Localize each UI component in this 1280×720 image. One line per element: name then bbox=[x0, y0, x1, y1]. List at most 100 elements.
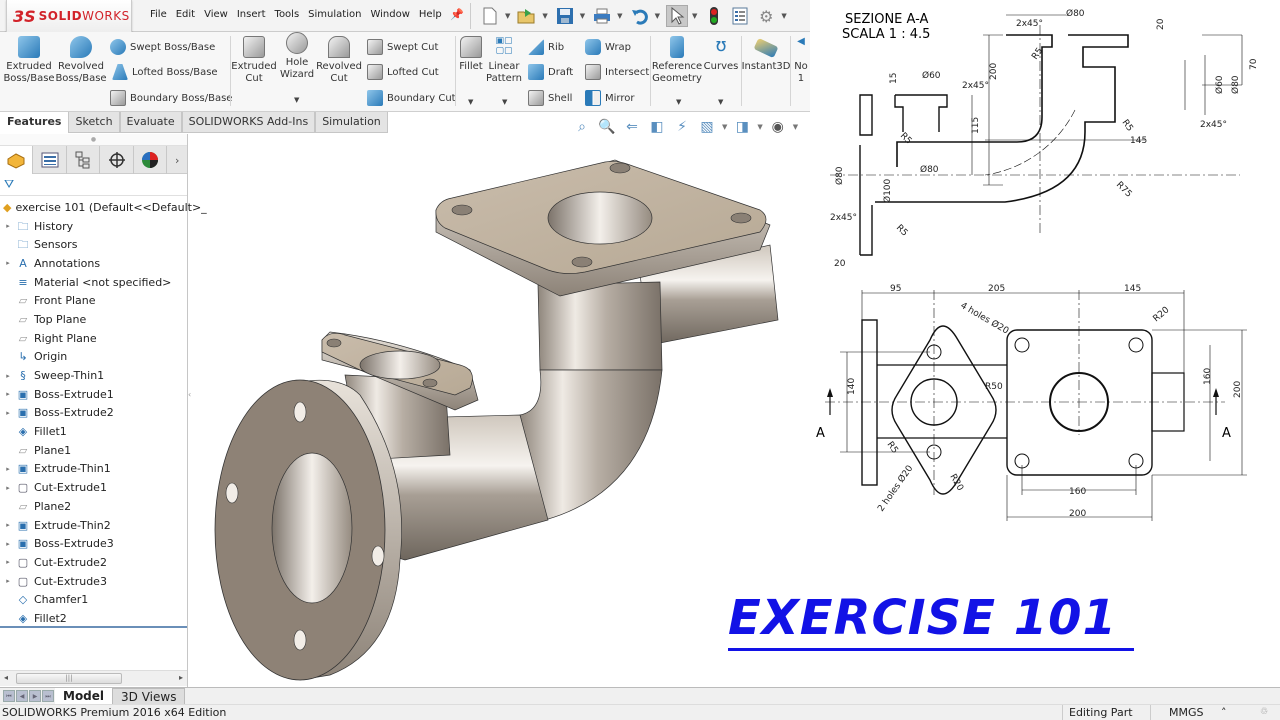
display-manager-tab[interactable] bbox=[134, 146, 168, 174]
menu-help[interactable]: Help bbox=[419, 9, 442, 20]
solidworks-logo[interactable]: 3S SOLID WORKS bbox=[6, 0, 132, 33]
filter-icon[interactable]: ⛛ bbox=[0, 174, 187, 196]
tree-item-plane2[interactable]: ▱ Plane2 bbox=[0, 497, 187, 516]
tree-item-fillet1[interactable]: ◈ Fillet1 bbox=[0, 422, 187, 441]
open-dropdown[interactable]: ▼ bbox=[542, 12, 547, 20]
options-gear-icon[interactable]: ⚙ bbox=[755, 5, 777, 27]
print-icon[interactable] bbox=[591, 5, 613, 27]
tree-item-fillet2[interactable]: ◈ Fillet2 bbox=[0, 609, 187, 628]
fillet-button[interactable]: Fillet bbox=[458, 32, 484, 73]
lofted-boss-base-button[interactable]: Lofted Boss/Base bbox=[112, 62, 218, 82]
rollback-bar[interactable] bbox=[0, 626, 187, 628]
tree-item-front-plane[interactable]: ▱ Front Plane bbox=[0, 291, 187, 310]
dimxpert-manager-tab[interactable] bbox=[100, 146, 134, 174]
curves-button[interactable]: ʊ Curves bbox=[704, 32, 739, 73]
rebuild-status-icon[interactable]: ♲ bbox=[1260, 705, 1268, 720]
lofted-cut-button[interactable]: Lofted Cut bbox=[367, 62, 439, 82]
tab-solidworks-add-ins[interactable]: SOLIDWORKS Add-Ins bbox=[181, 112, 316, 133]
rib-button[interactable]: Rib bbox=[528, 37, 564, 57]
linear-pattern-dropdown[interactable]: ▼ bbox=[502, 98, 507, 106]
expand-arrow-icon[interactable]: ▸ bbox=[3, 484, 13, 492]
open-icon[interactable] bbox=[516, 5, 538, 27]
select-icon[interactable] bbox=[665, 5, 688, 27]
view-orientation-icon[interactable]: ▧ bbox=[697, 118, 717, 136]
print-dropdown[interactable]: ▼ bbox=[617, 12, 622, 20]
scroll-left-arrow-icon[interactable]: ◂ bbox=[4, 673, 8, 682]
pin-menu-icon[interactable]: 📌 bbox=[450, 8, 464, 21]
tree-item-cut-extrude3[interactable]: ▸ ▢ Cut-Extrude3 bbox=[0, 572, 187, 591]
tree-root-part[interactable]: ◆ exercise 101 (Default<<Default>_ bbox=[0, 198, 207, 217]
draft-button[interactable]: Draft bbox=[528, 62, 573, 82]
tree-item-history[interactable]: ▸ 🗀 History bbox=[0, 217, 187, 236]
menu-tools[interactable]: Tools bbox=[275, 9, 300, 20]
tree-item-annotations[interactable]: ▸ A Annotations bbox=[0, 254, 187, 273]
extruded-cut-button[interactable]: Extruded Cut bbox=[231, 32, 277, 85]
display-style-icon[interactable]: ◨ bbox=[732, 118, 752, 136]
zoom-to-fit-icon[interactable]: ⌕ bbox=[572, 118, 592, 136]
revolved-boss-base-button[interactable]: Revolved Boss/Base bbox=[55, 32, 107, 85]
tree-item-plane1[interactable]: ▱ Plane1 bbox=[0, 441, 187, 460]
tree-item-extrude-thin2[interactable]: ▸ ▣ Extrude-Thin2 bbox=[0, 516, 187, 535]
menu-simulation[interactable]: Simulation bbox=[308, 9, 361, 20]
panel-grip[interactable]: ● bbox=[0, 134, 187, 146]
units-selector[interactable]: MMGS ˄ bbox=[1150, 705, 1250, 720]
section-view-icon[interactable]: ◧ bbox=[647, 118, 667, 136]
hole-wizard-dropdown[interactable]: ▼ bbox=[294, 96, 299, 104]
configuration-manager-tab[interactable] bbox=[67, 146, 101, 174]
next-tab-icon[interactable]: ▶ bbox=[29, 690, 41, 702]
feature-manager-tab[interactable] bbox=[0, 146, 34, 174]
expand-arrow-icon[interactable]: ▸ bbox=[3, 409, 13, 417]
tab-simulation[interactable]: Simulation bbox=[315, 112, 388, 133]
tree-item-origin[interactable]: ↳ Origin bbox=[0, 348, 187, 367]
tab-evaluate[interactable]: Evaluate bbox=[119, 112, 182, 133]
new-dropdown[interactable]: ▼ bbox=[505, 12, 510, 20]
tab-sketch[interactable]: Sketch bbox=[68, 112, 120, 133]
expand-arrow-icon[interactable]: ▸ bbox=[3, 372, 13, 380]
shell-button[interactable]: Shell bbox=[528, 88, 572, 108]
linear-pattern-button[interactable]: ▣▢ ▢▢ Linear Pattern bbox=[486, 32, 522, 85]
revolved-cut-button[interactable]: Revolved Cut bbox=[316, 32, 362, 85]
extruded-boss-base-button[interactable]: Extruded Boss/Base bbox=[3, 32, 55, 85]
scrollbar-thumb[interactable]: ||| bbox=[16, 673, 122, 684]
expand-arrow-icon[interactable]: ▸ bbox=[3, 222, 13, 230]
tree-item-top-plane[interactable]: ▱ Top Plane bbox=[0, 310, 187, 329]
horizontal-scrollbar[interactable]: ◂ ||| ▸ bbox=[0, 670, 187, 686]
boundary-boss-base-button[interactable]: Boundary Boss/Base bbox=[110, 88, 232, 108]
more-tabs-chevron-icon[interactable]: › bbox=[167, 146, 187, 174]
wrap-button[interactable]: Wrap bbox=[585, 37, 631, 57]
property-manager-tab[interactable] bbox=[33, 146, 67, 174]
tree-item-sensors[interactable]: 🗀 Sensors bbox=[0, 235, 187, 254]
reference-geometry-button[interactable]: Reference Geometry bbox=[652, 32, 702, 85]
expand-arrow-icon[interactable]: ▸ bbox=[3, 577, 13, 585]
zoom-to-area-icon[interactable]: 🔍 bbox=[597, 118, 617, 136]
select-dropdown[interactable]: ▼ bbox=[692, 12, 697, 20]
previous-view-icon[interactable]: ⇐ bbox=[622, 118, 642, 136]
rebuild-icon[interactable] bbox=[703, 5, 725, 27]
save-dropdown[interactable]: ▼ bbox=[580, 12, 585, 20]
tree-item-right-plane[interactable]: ▱ Right Plane bbox=[0, 329, 187, 348]
options-dropdown[interactable]: ▼ bbox=[781, 12, 786, 20]
undo-icon[interactable] bbox=[629, 5, 651, 27]
swept-boss-base-button[interactable]: Swept Boss/Base bbox=[110, 37, 215, 57]
display-style-dropdown[interactable]: ▼ bbox=[757, 123, 762, 131]
undo-dropdown[interactable]: ▼ bbox=[655, 12, 660, 20]
expand-arrow-icon[interactable]: ▸ bbox=[3, 390, 13, 398]
menu-view[interactable]: View bbox=[204, 9, 228, 20]
tree-item-sweep-thin1[interactable]: ▸ § Sweep-Thin1 bbox=[0, 366, 187, 385]
intersect-button[interactable]: Intersect bbox=[585, 62, 649, 82]
menu-edit[interactable]: Edit bbox=[176, 9, 195, 20]
instant3d-button[interactable]: Instant3D bbox=[742, 32, 790, 73]
previous-tab-icon[interactable]: ◀ bbox=[16, 690, 28, 702]
expand-arrow-icon[interactable]: ▸ bbox=[3, 465, 13, 473]
tab-3d-views[interactable]: 3D Views bbox=[112, 687, 186, 705]
tree-item-cut-extrude1[interactable]: ▸ ▢ Cut-Extrude1 bbox=[0, 478, 187, 497]
tree-item-material-not-specified[interactable]: ≡ Material <not specified> bbox=[0, 273, 187, 292]
hide-show-items-icon[interactable]: ◉ bbox=[768, 118, 788, 136]
new-document-icon[interactable] bbox=[479, 5, 501, 27]
expand-arrow-icon[interactable]: ▸ bbox=[3, 259, 13, 267]
tree-item-chamfer1[interactable]: ◇ Chamfer1 bbox=[0, 590, 187, 609]
mirror-button[interactable]: Mirror bbox=[585, 88, 634, 108]
view-orientation-dropdown[interactable]: ▼ bbox=[722, 123, 727, 131]
curves-dropdown[interactable]: ▼ bbox=[718, 98, 723, 106]
truncated-ribbon-button[interactable]: ◀ No 1 bbox=[792, 32, 810, 85]
